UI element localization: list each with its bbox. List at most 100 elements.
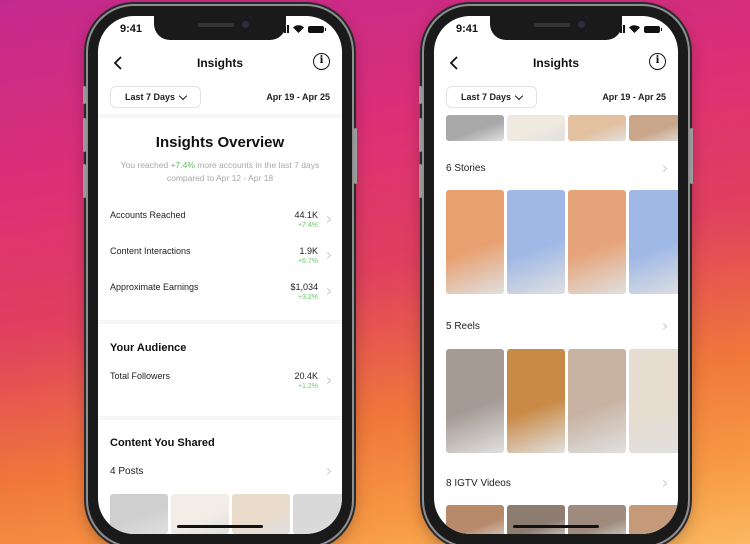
metric-row-content-interactions[interactable]: Content Interactions 1.9K +6.7% xyxy=(110,244,332,274)
wifi-icon xyxy=(629,25,640,33)
home-indicator[interactable] xyxy=(177,525,263,528)
post-thumbnail[interactable] xyxy=(507,115,565,141)
divider xyxy=(98,114,342,118)
insights-overview: Insights Overview You reached +7.4% more… xyxy=(98,134,342,185)
audience-heading: Your Audience xyxy=(110,342,187,354)
battery-icon xyxy=(308,25,326,33)
igtv-thumbnail[interactable] xyxy=(446,505,504,534)
chevron-right-icon xyxy=(323,287,332,296)
metric-value: 44.1K xyxy=(294,210,318,220)
chevron-down-icon xyxy=(514,91,524,100)
overview-title: Insights Overview xyxy=(155,134,285,151)
status-time: 9:41 xyxy=(120,23,143,35)
notch xyxy=(490,16,622,40)
metric-value: $1,034 xyxy=(290,282,318,292)
reel-thumbnail[interactable] xyxy=(629,349,678,453)
metric-delta: +1.2% xyxy=(297,383,318,390)
phone-right: 9:41 Insights i Last 7 Days Apr 19 - Apr… xyxy=(419,6,693,544)
date-range-dropdown[interactable]: Last 7 Days xyxy=(446,86,538,108)
metric-label: Accounts Reached xyxy=(110,210,186,220)
page-title: Insights xyxy=(196,56,243,70)
igtv-thumbnail[interactable] xyxy=(507,505,565,534)
chevron-left-icon[interactable] xyxy=(448,55,460,71)
phone-left: 9:41 Insights i Last 7 Days Apr 19 - Apr… xyxy=(83,6,357,544)
nav-bar: Insights i xyxy=(98,48,342,78)
chevron-right-icon xyxy=(659,322,668,331)
subtitle-prefix: You reached xyxy=(120,160,171,170)
post-thumbnail[interactable] xyxy=(171,494,229,534)
metric-delta: +6.7% xyxy=(297,258,318,265)
volume-down-button xyxy=(419,164,422,198)
chevron-right-icon xyxy=(323,467,332,476)
reels-thumbnails xyxy=(446,349,678,453)
metric-label: Total Followers xyxy=(110,371,171,381)
igtv-label: 8 IGTV Videos xyxy=(446,478,511,489)
post-thumbnail[interactable] xyxy=(568,115,626,141)
igtv-thumbnails xyxy=(446,505,678,534)
posts-row[interactable]: 4 Posts xyxy=(110,466,332,477)
chevron-right-icon xyxy=(659,479,668,488)
chevron-left-icon[interactable] xyxy=(112,55,124,71)
chevron-right-icon xyxy=(323,251,332,260)
mute-switch xyxy=(419,86,422,104)
date-range-text: Apr 19 - Apr 25 xyxy=(266,92,330,102)
date-range-text: Apr 19 - Apr 25 xyxy=(602,92,666,102)
info-icon[interactable]: i xyxy=(313,53,330,70)
subtitle-highlight: +7.4% xyxy=(170,160,195,170)
story-thumbnail[interactable] xyxy=(507,190,565,294)
info-icon[interactable]: i xyxy=(649,53,666,70)
reel-thumbnail[interactable] xyxy=(507,349,565,453)
metric-label: Approximate Earnings xyxy=(110,282,199,292)
notch xyxy=(154,16,286,40)
stories-row[interactable]: 6 Stories xyxy=(446,163,668,174)
post-thumbnail[interactable] xyxy=(446,115,504,141)
post-thumbnail[interactable] xyxy=(293,494,342,534)
reels-label: 5 Reels xyxy=(446,321,480,332)
reel-thumbnail[interactable] xyxy=(446,349,504,453)
date-range-label: Last 7 Days xyxy=(461,92,512,102)
screen: 9:41 Insights i Last 7 Days Apr 19 - Apr… xyxy=(434,16,678,534)
mute-switch xyxy=(83,86,86,104)
home-indicator[interactable] xyxy=(513,525,599,528)
metric-row-total-followers[interactable]: Total Followers 20.4K +1.2% xyxy=(110,369,332,399)
reels-row[interactable]: 5 Reels xyxy=(446,321,668,332)
chevron-down-icon xyxy=(178,91,188,100)
reel-thumbnail[interactable] xyxy=(568,349,626,453)
story-thumbnail[interactable] xyxy=(568,190,626,294)
metric-value: 20.4K xyxy=(294,371,318,381)
status-time: 9:41 xyxy=(456,23,479,35)
chevron-right-icon xyxy=(659,164,668,173)
wifi-icon xyxy=(293,25,304,33)
post-thumbnail[interactable] xyxy=(629,115,678,141)
filter-bar: Last 7 Days Apr 19 - Apr 25 xyxy=(98,84,342,110)
metric-value: 1.9K xyxy=(299,246,318,256)
metric-row-approximate-earnings[interactable]: Approximate Earnings $1,034 +3.2% xyxy=(110,280,332,310)
page-title: Insights xyxy=(532,56,579,70)
story-thumbnail[interactable] xyxy=(446,190,504,294)
date-range-dropdown[interactable]: Last 7 Days xyxy=(110,86,202,108)
igtv-row[interactable]: 8 IGTV Videos xyxy=(446,478,668,489)
metric-row-accounts-reached[interactable]: Accounts Reached 44.1K +7.4% xyxy=(110,208,332,238)
posts-thumbnails xyxy=(446,115,678,141)
filter-bar: Last 7 Days Apr 19 - Apr 25 xyxy=(434,84,678,110)
nav-bar: Insights i xyxy=(434,48,678,78)
volume-up-button xyxy=(83,118,86,152)
posts-thumbnails xyxy=(110,494,342,534)
power-button xyxy=(354,128,357,184)
content-shared-heading: Content You Shared xyxy=(110,437,215,449)
story-thumbnail[interactable] xyxy=(629,190,678,294)
metric-delta: +7.4% xyxy=(297,222,318,229)
metric-delta: +3.2% xyxy=(297,294,318,301)
stories-label: 6 Stories xyxy=(446,163,486,174)
post-thumbnail[interactable] xyxy=(232,494,290,534)
igtv-thumbnail[interactable] xyxy=(568,505,626,534)
volume-down-button xyxy=(83,164,86,198)
igtv-thumbnail[interactable] xyxy=(629,505,678,534)
date-range-label: Last 7 Days xyxy=(125,92,176,102)
post-thumbnail[interactable] xyxy=(110,494,168,534)
battery-icon xyxy=(644,25,662,33)
divider xyxy=(98,320,342,324)
posts-label: 4 Posts xyxy=(110,466,144,477)
volume-up-button xyxy=(419,118,422,152)
metric-label: Content Interactions xyxy=(110,246,191,256)
